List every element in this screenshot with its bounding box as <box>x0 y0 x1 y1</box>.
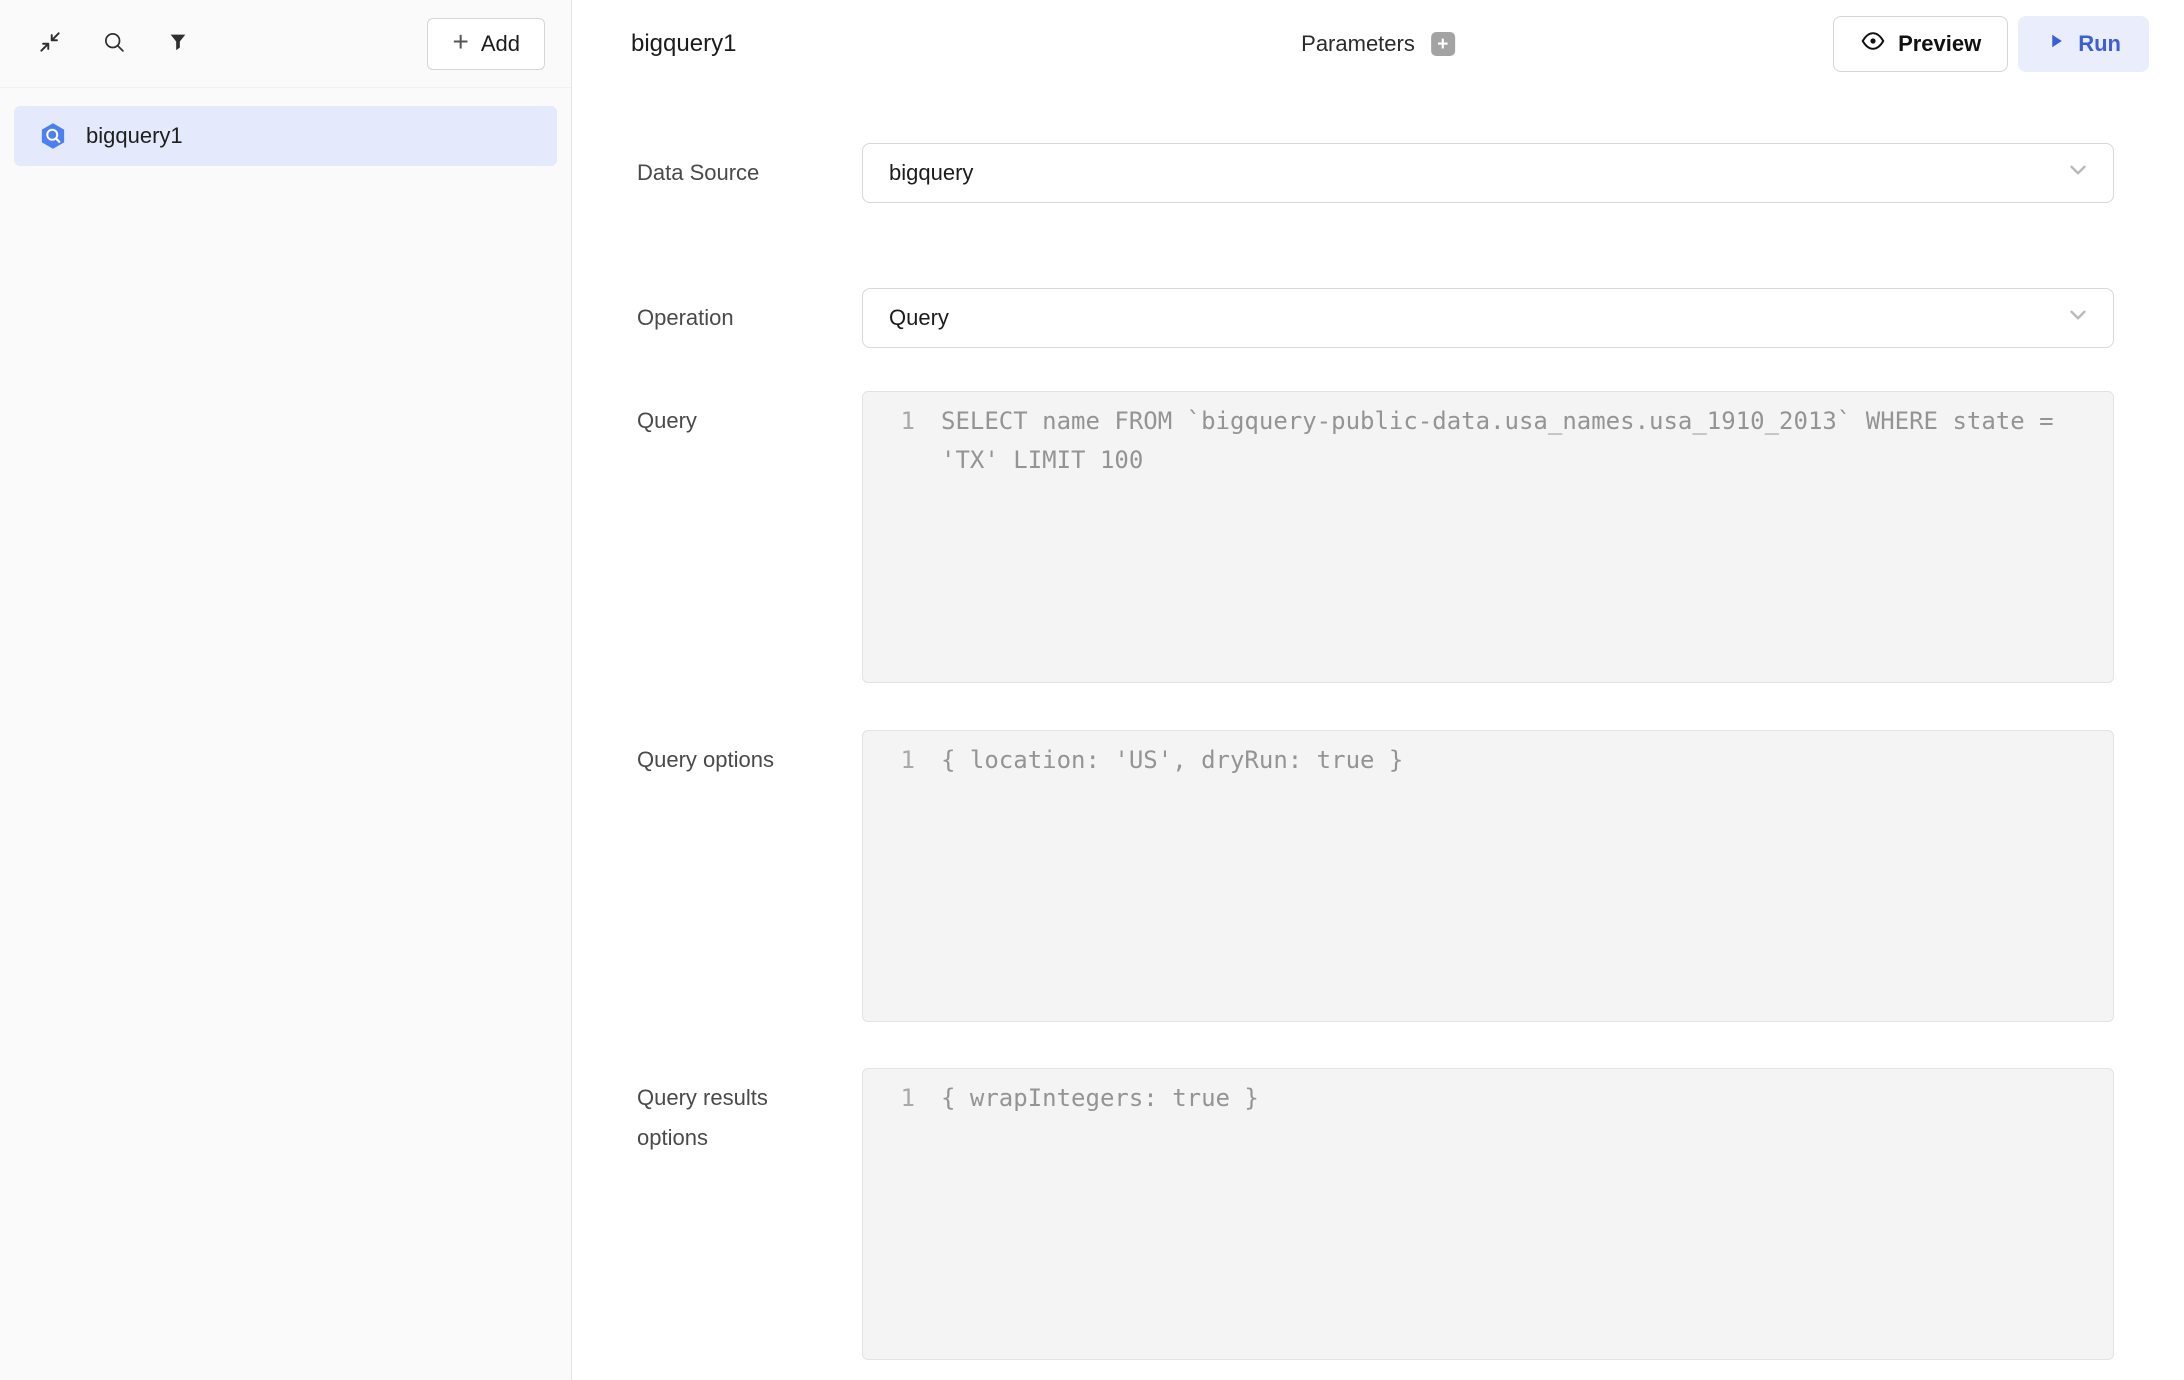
query-options-label: Query options <box>637 730 817 780</box>
search-icon <box>101 29 127 58</box>
query-title: bigquery1 <box>631 30 736 58</box>
filter-funnel-icon <box>167 31 189 56</box>
collapse-arrows-icon <box>37 29 63 58</box>
run-button-label: Run <box>2078 31 2121 57</box>
header-actions: Preview Run <box>1833 16 2149 72</box>
filter-button[interactable] <box>164 30 192 58</box>
data-source-value: bigquery <box>889 160 973 186</box>
preview-button[interactable]: Preview <box>1833 16 2008 72</box>
operation-value: Query <box>889 305 949 331</box>
query-list-item-label: bigquery1 <box>86 123 183 149</box>
search-button[interactable] <box>100 30 128 58</box>
collapse-panel-button[interactable] <box>36 30 64 58</box>
line-number: 1 <box>863 1079 915 1118</box>
add-parameter-button[interactable]: + <box>1431 32 1455 56</box>
query-row: Query 1 SELECT name FROM `bigquery-publi… <box>637 391 2114 683</box>
query-list: bigquery1 <box>0 88 571 184</box>
sidebar-header: + Add <box>0 0 571 88</box>
query-results-options-label: Query results options <box>637 1068 817 1158</box>
line-number: 1 <box>863 402 915 441</box>
run-button[interactable]: Run <box>2018 16 2149 72</box>
chevron-down-icon <box>2065 302 2091 334</box>
query-form: Data Source bigquery Operation Query <box>572 88 2184 1380</box>
data-source-select[interactable]: bigquery <box>862 143 2114 203</box>
chevron-down-icon <box>2065 157 2091 189</box>
query-label: Query <box>637 391 817 441</box>
operation-label: Operation <box>637 288 817 338</box>
query-options-placeholder: { location: 'US', dryRun: true } <box>915 741 2073 780</box>
query-options-editor[interactable]: 1 { location: 'US', dryRun: true } <box>862 730 2114 1022</box>
operation-select[interactable]: Query <box>862 288 2114 348</box>
data-source-row: Data Source bigquery <box>637 143 2114 203</box>
line-number: 1 <box>863 741 915 780</box>
add-button-label: Add <box>481 31 520 57</box>
preview-button-label: Preview <box>1898 31 1981 57</box>
data-source-label: Data Source <box>637 143 817 193</box>
query-code-editor[interactable]: 1 SELECT name FROM `bigquery-public-data… <box>862 391 2114 683</box>
query-code-placeholder: SELECT name FROM `bigquery-public-data.u… <box>915 402 2073 480</box>
operation-row: Operation Query <box>637 288 2114 348</box>
query-editor-header: bigquery1 Parameters + Preview <box>572 0 2184 88</box>
query-results-options-editor[interactable]: 1 { wrapIntegers: true } <box>862 1068 2114 1360</box>
eye-icon <box>1860 28 1886 60</box>
parameters-label: Parameters <box>1301 31 1415 57</box>
query-list-item-bigquery1[interactable]: bigquery1 <box>14 106 557 166</box>
query-results-options-row: Query results options 1 { wrapIntegers: … <box>637 1068 2114 1360</box>
query-editor-panel: bigquery1 Parameters + Preview <box>572 0 2184 1380</box>
bigquery-icon <box>38 121 68 151</box>
query-sidebar: + Add bigquery1 <box>0 0 572 1380</box>
query-results-options-placeholder: { wrapIntegers: true } <box>915 1079 2073 1118</box>
add-query-button[interactable]: + Add <box>427 18 545 70</box>
query-options-row: Query options 1 { location: 'US', dryRun… <box>637 730 2114 1022</box>
play-icon <box>2046 31 2066 57</box>
plus-icon: + <box>452 28 468 56</box>
parameters-group: Parameters + <box>1301 31 1455 57</box>
